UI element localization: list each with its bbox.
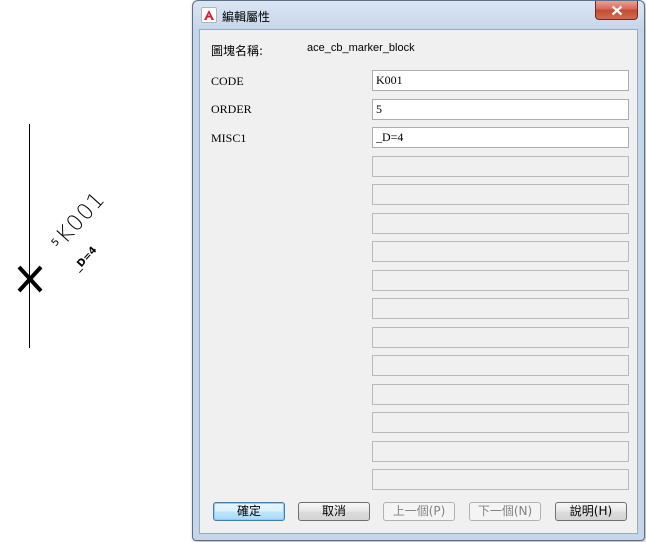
attr-label-misc1: MISC1 — [211, 131, 247, 145]
attr-label-code: CODE — [211, 74, 244, 88]
cad-drawing-area[interactable]: 5K001 _D=4 — [0, 0, 190, 542]
attr-input-empty — [372, 213, 629, 234]
attr-input-empty — [372, 241, 629, 262]
attr-input-empty — [372, 270, 629, 291]
dialog-client-area: 圖塊名稱: ace_cb_marker_block CODE ORDER MIS… — [199, 29, 638, 534]
block-name-label: 圖塊名稱: — [211, 44, 264, 58]
cad-code-label: 5K001 — [46, 186, 111, 255]
attr-input-empty — [372, 327, 629, 348]
attr-input-order[interactable] — [372, 99, 629, 120]
attr-input-code[interactable] — [372, 70, 629, 91]
attr-input-misc1[interactable] — [372, 127, 629, 148]
attr-input-empty — [372, 441, 629, 462]
attr-input-empty — [372, 384, 629, 405]
dialog-titlebar[interactable]: 編輯屬性 — [193, 1, 644, 29]
help-button[interactable]: 說明(H) — [555, 502, 627, 521]
attr-input-empty — [372, 298, 629, 319]
close-button[interactable] — [595, 1, 638, 20]
edit-attributes-dialog: 編輯屬性 圖塊名稱: ace_cb_marker_block CODE ORDE… — [192, 0, 645, 541]
attr-input-empty — [372, 469, 629, 490]
next-button[interactable]: 下一個(N) — [469, 502, 541, 521]
close-icon — [611, 5, 623, 16]
cad-code-text: K001 — [51, 186, 111, 249]
attr-input-empty — [372, 156, 629, 177]
attr-input-empty — [372, 412, 629, 433]
attr-input-empty — [372, 355, 629, 376]
ok-button[interactable]: 確定 — [213, 502, 285, 521]
cross-marker-icon — [16, 262, 44, 296]
cad-misc-text: _D=4 — [72, 244, 100, 274]
dialog-title: 編輯屬性 — [222, 10, 271, 24]
attr-label-order: ORDER — [211, 102, 252, 116]
cad-wire-line — [29, 124, 30, 348]
screen: 5K001 _D=4 編輯屬性 圖塊名稱: ace_cb_marker_bloc… — [0, 0, 646, 542]
block-name-value: ace_cb_marker_block — [307, 42, 415, 54]
autocad-a-icon — [201, 7, 217, 23]
cancel-button[interactable]: 取消 — [298, 502, 370, 521]
previous-button[interactable]: 上一個(P) — [383, 502, 455, 521]
attr-input-empty — [372, 184, 629, 205]
